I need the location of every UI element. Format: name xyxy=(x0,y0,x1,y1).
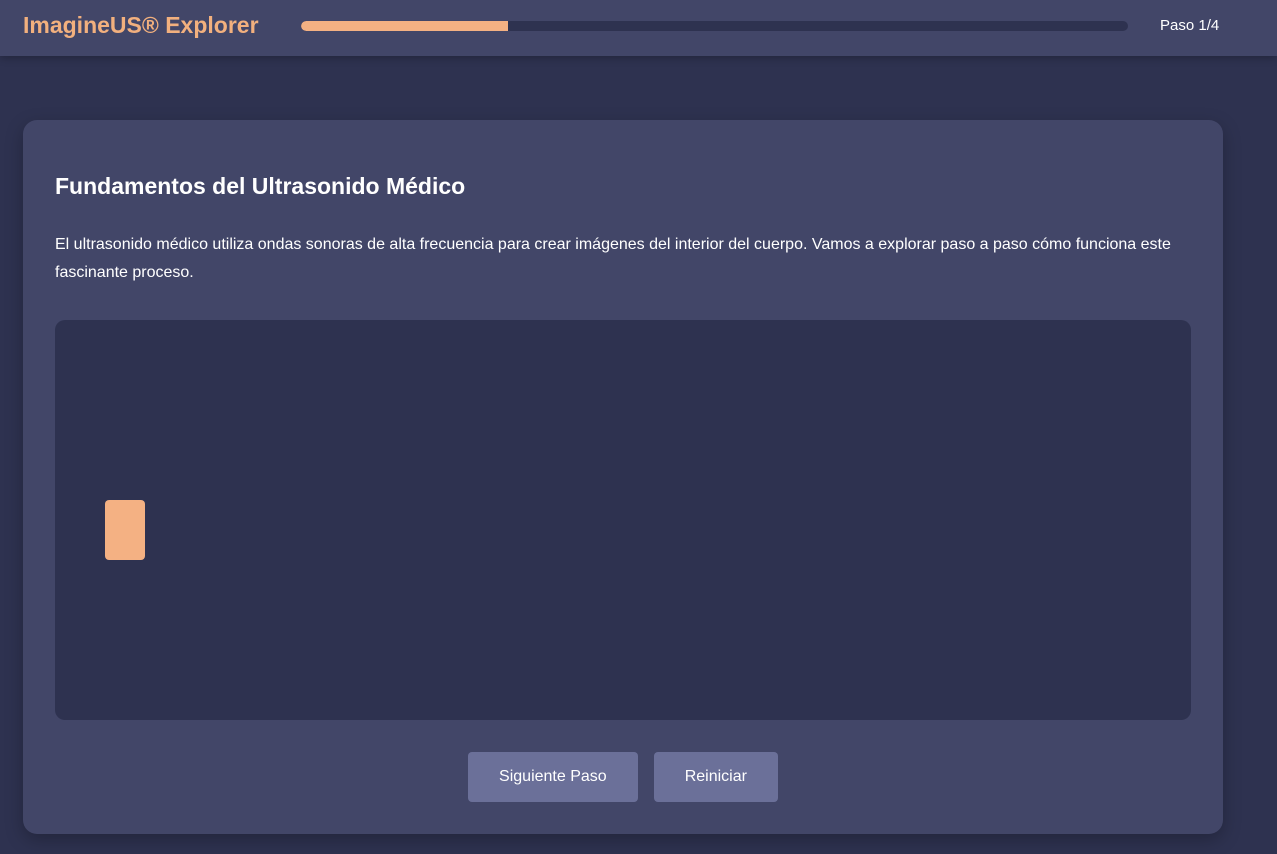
top-bar: ImagineUS® Explorer Paso 1/4 xyxy=(0,0,1277,56)
progress-bar-fill xyxy=(301,21,508,31)
lesson-description: El ultrasonido médico utiliza ondas sono… xyxy=(55,236,1171,281)
step-indicator: Paso 1/4 xyxy=(1160,17,1220,34)
lesson-title: Fundamentos del Ultrasonido Médico xyxy=(55,173,466,199)
lesson-card: Fundamentos del Ultrasonido Médico El ul… xyxy=(23,120,1223,834)
reset-button[interactable]: Reiniciar xyxy=(653,752,778,802)
app-title: ImagineUS® Explorer xyxy=(23,12,259,38)
step-controls: Siguiente Paso Reiniciar xyxy=(23,752,1223,802)
progress-bar xyxy=(301,21,1128,31)
next-step-button[interactable]: Siguiente Paso xyxy=(468,752,638,802)
transducer-probe xyxy=(105,500,145,560)
ultrasound-visualization xyxy=(55,320,1191,720)
